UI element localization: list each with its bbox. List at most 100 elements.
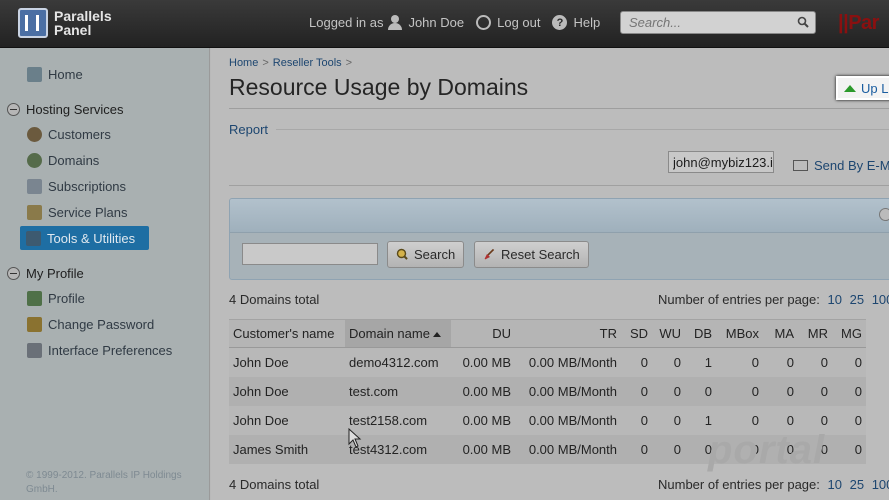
column-header-mr[interactable]: MR <box>798 319 832 348</box>
help-button[interactable]: ? Help <box>552 15 600 30</box>
wu-cell: 0 <box>652 347 685 377</box>
column-header-domain[interactable]: Domain name <box>345 319 451 348</box>
top-bar: Parallels Panel Logged in as John Doe Lo… <box>0 0 889 48</box>
sidebar-item-service-plans[interactable]: Service Plans <box>27 205 127 220</box>
send-by-email-button[interactable]: Send By E-Ma <box>793 158 889 173</box>
mg-cell: 0 <box>832 347 866 377</box>
report-tab[interactable]: Report <box>229 122 268 137</box>
sidebar-item-interface-preferences[interactable]: Interface Preferences <box>27 343 172 358</box>
db-cell: 0 <box>685 376 716 406</box>
per-page-25[interactable]: 25 <box>850 477 864 492</box>
ma-cell: 0 <box>763 376 798 406</box>
column-header-mbox[interactable]: MBox <box>716 319 763 348</box>
section-hosting-services[interactable]: Hosting Services <box>7 102 124 117</box>
domain-name-cell[interactable]: test.com <box>345 376 451 406</box>
home-icon <box>27 67 42 82</box>
collapse-icon <box>7 103 20 116</box>
sidebar-item-label: Interface Preferences <box>48 343 173 358</box>
sidebar-item-domains[interactable]: Domains <box>27 153 99 168</box>
entries-per-page-bottom: Number of entries per page: 10 25 100 <box>658 477 889 492</box>
column-header-tr[interactable]: TR <box>515 319 621 348</box>
sidebar-item-subscriptions[interactable]: Subscriptions <box>27 179 126 194</box>
up-arrow-icon <box>844 84 856 92</box>
mouse-cursor-icon <box>348 428 362 448</box>
email-field[interactable] <box>668 151 774 173</box>
sidebar: Home Hosting Services Customers Domains … <box>0 48 210 500</box>
tools-icon <box>26 230 41 246</box>
sidebar-item-label: Home <box>48 67 83 82</box>
column-header-ma[interactable]: MA <box>763 319 798 348</box>
top-search-input[interactable] <box>621 12 786 33</box>
wu-cell: 0 <box>652 405 685 435</box>
table-row: John Doe demo4312.com 0.00 MB 0.00 MB/Mo… <box>229 347 866 377</box>
per-page-25[interactable]: 25 <box>850 292 864 307</box>
sd-cell: 0 <box>621 347 652 377</box>
sidebar-item-label: Domains <box>48 153 100 168</box>
column-header-sd[interactable]: SD <box>621 319 652 348</box>
per-page-10[interactable]: 10 <box>828 477 842 492</box>
customer-name-cell[interactable]: John Doe <box>229 405 345 435</box>
column-header-db[interactable]: DB <box>685 319 716 348</box>
search-filter-panel: Search Reset Search <box>229 198 889 280</box>
per-page-100[interactable]: 100 <box>872 477 889 492</box>
wu-cell: 0 <box>652 434 685 464</box>
total-count-bottom: 4 Domains total <box>229 477 320 492</box>
divider <box>229 108 889 109</box>
domain-name-cell[interactable]: demo4312.com <box>345 347 451 377</box>
logged-in-label: Logged in as <box>309 15 384 30</box>
customer-name-cell[interactable]: John Doe <box>229 347 345 377</box>
brand-logo: ||Par <box>838 12 879 34</box>
column-header-du[interactable]: DU <box>451 319 515 348</box>
up-level-button[interactable]: Up Le <box>836 76 889 100</box>
filter-search-input[interactable] <box>242 243 378 265</box>
help-icon: ? <box>552 15 568 30</box>
per-page-10[interactable]: 10 <box>828 292 842 307</box>
divider <box>229 185 889 186</box>
logo-line2: Panel <box>54 22 92 38</box>
breadcrumb-separator: > <box>345 57 353 69</box>
search-icon[interactable] <box>797 16 809 28</box>
per-page-100[interactable]: 100 <box>872 292 889 307</box>
customer-name-cell[interactable]: John Doe <box>229 376 345 406</box>
per-page-label: Number of entries per page: <box>658 477 820 492</box>
sort-ascending-icon <box>432 332 441 338</box>
breadcrumb-home[interactable]: Home <box>229 57 258 69</box>
sidebar-item-profile[interactable]: Profile <box>27 291 85 306</box>
sidebar-item-label: Customers <box>48 127 111 142</box>
broom-icon <box>484 248 495 260</box>
user-bar: Logged in as John Doe Log out ? Help <box>309 15 612 30</box>
subscription-icon <box>27 179 42 194</box>
sd-cell: 0 <box>621 405 652 435</box>
search-button-label: Search <box>414 247 456 262</box>
table-header-row: Customer's name Domain name DU TR SD WU … <box>229 319 866 348</box>
tr-cell: 0.00 MB/Month <box>515 347 621 377</box>
tr-cell: 0.00 MB/Month <box>515 376 621 406</box>
logout-button[interactable]: Log out <box>476 15 540 30</box>
search-button[interactable]: Search <box>387 241 465 268</box>
parallels-logo-icon <box>18 8 48 38</box>
sidebar-item-home[interactable]: Home <box>27 67 83 82</box>
sd-cell: 0 <box>621 434 652 464</box>
copyright: © 1999-2012. Parallels IP Holdings GmbH. <box>26 470 182 495</box>
collapse-panel-icon[interactable] <box>879 208 889 221</box>
username-link[interactable]: John Doe <box>408 15 464 30</box>
sidebar-item-tools-utilities[interactable]: Tools & Utilities <box>20 226 149 250</box>
mr-cell: 0 <box>798 376 832 406</box>
sidebar-item-customers[interactable]: Customers <box>27 127 111 142</box>
section-my-profile[interactable]: My Profile <box>7 266 84 281</box>
breadcrumb-reseller-tools[interactable]: Reseller Tools <box>273 57 342 69</box>
reset-search-button[interactable]: Reset Search <box>474 241 589 268</box>
filter-panel-header <box>230 199 889 233</box>
column-header-mg[interactable]: MG <box>832 319 866 348</box>
customer-name-cell[interactable]: James Smith <box>229 434 345 464</box>
sidebar-item-change-password[interactable]: Change Password <box>27 317 154 332</box>
column-header-customer[interactable]: Customer's name <box>229 319 345 348</box>
top-search-box <box>620 11 816 34</box>
user-icon <box>388 15 403 30</box>
mg-cell: 0 <box>832 405 866 435</box>
breadcrumb: Home > Reseller Tools > <box>229 57 356 69</box>
breadcrumb-separator: > <box>262 57 269 69</box>
send-email-label: Send By E-Ma <box>814 158 889 173</box>
column-header-wu[interactable]: WU <box>652 319 685 348</box>
parallels-logo[interactable]: Parallels Panel <box>18 8 112 38</box>
